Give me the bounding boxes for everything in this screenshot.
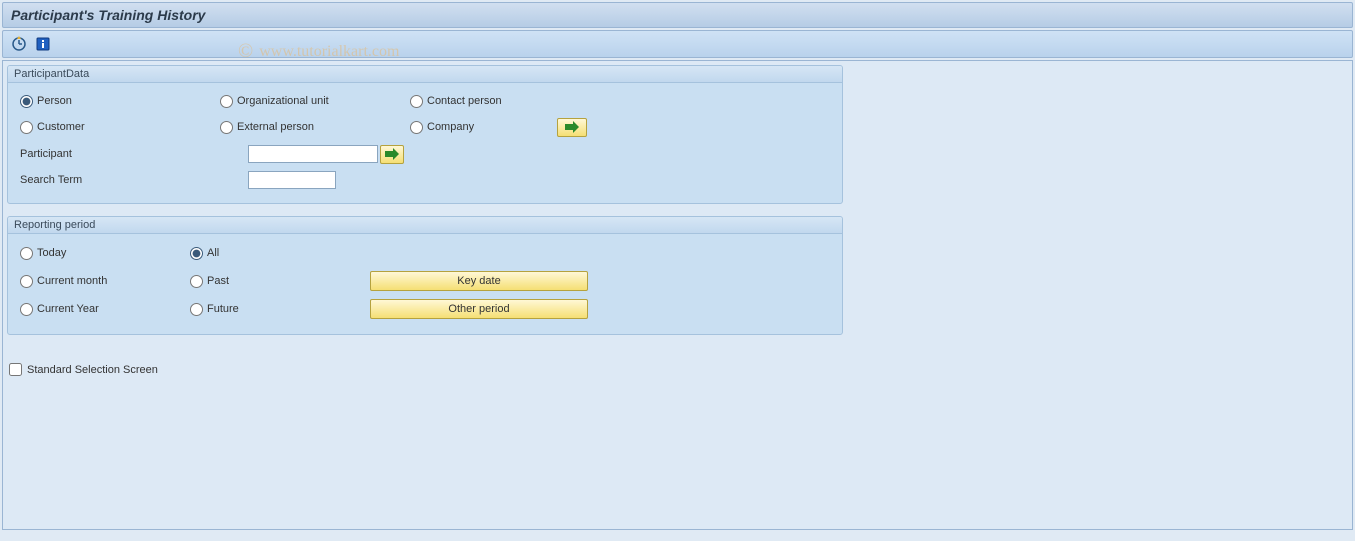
radio-past-label[interactable]: Past xyxy=(207,275,229,287)
radio-all[interactable] xyxy=(190,247,203,260)
radio-future-label[interactable]: Future xyxy=(207,303,239,315)
radio-company-label[interactable]: Company xyxy=(427,121,474,133)
key-date-button[interactable]: Key date xyxy=(370,271,588,291)
radio-person-label[interactable]: Person xyxy=(37,95,72,107)
radio-current-month-label[interactable]: Current month xyxy=(37,275,107,287)
radio-future[interactable] xyxy=(190,303,203,316)
participant-data-title: ParticipantData xyxy=(8,66,842,83)
standard-selection-checkbox[interactable] xyxy=(9,363,22,376)
reporting-period-title: Reporting period xyxy=(8,217,842,234)
radio-org-unit-label[interactable]: Organizational unit xyxy=(237,95,329,107)
radio-customer[interactable] xyxy=(20,121,33,134)
participant-input[interactable] xyxy=(248,145,378,163)
radio-past[interactable] xyxy=(190,275,203,288)
radio-customer-label[interactable]: Customer xyxy=(37,121,85,133)
toolbar xyxy=(2,30,1353,58)
radio-external-person-label[interactable]: External person xyxy=(237,121,314,133)
arrow-right-icon xyxy=(385,148,399,160)
participant-label: Participant xyxy=(20,148,248,160)
radio-current-month[interactable] xyxy=(20,275,33,288)
search-term-input[interactable] xyxy=(248,171,336,189)
info-icon xyxy=(36,37,50,51)
radio-today-label[interactable]: Today xyxy=(37,247,66,259)
radio-all-label[interactable]: All xyxy=(207,247,219,259)
participant-data-group: ParticipantData Person Organizational un… xyxy=(7,65,843,204)
standard-selection-label[interactable]: Standard Selection Screen xyxy=(27,364,158,376)
radio-org-unit[interactable] xyxy=(220,95,233,108)
other-period-label: Other period xyxy=(448,303,509,315)
radio-person[interactable] xyxy=(20,95,33,108)
participant-type-expand-button[interactable] xyxy=(557,118,587,137)
key-date-label: Key date xyxy=(457,275,500,287)
page-title: Participant's Training History xyxy=(2,2,1353,28)
title-text: Participant's Training History xyxy=(11,7,205,23)
reporting-period-group: Reporting period Today All Current month xyxy=(7,216,843,335)
radio-company[interactable] xyxy=(410,121,423,134)
search-term-label: Search Term xyxy=(20,174,248,186)
radio-external-person[interactable] xyxy=(220,121,233,134)
arrow-right-icon xyxy=(565,121,579,133)
execute-icon xyxy=(11,36,27,52)
participant-search-help-button[interactable] xyxy=(380,145,404,164)
execute-button[interactable] xyxy=(9,34,29,54)
radio-current-year-label[interactable]: Current Year xyxy=(37,303,99,315)
content-area: ParticipantData Person Organizational un… xyxy=(2,60,1353,530)
radio-current-year[interactable] xyxy=(20,303,33,316)
other-period-button[interactable]: Other period xyxy=(370,299,588,319)
info-button[interactable] xyxy=(33,34,53,54)
radio-today[interactable] xyxy=(20,247,33,260)
radio-contact-person[interactable] xyxy=(410,95,423,108)
radio-contact-person-label[interactable]: Contact person xyxy=(427,95,502,107)
